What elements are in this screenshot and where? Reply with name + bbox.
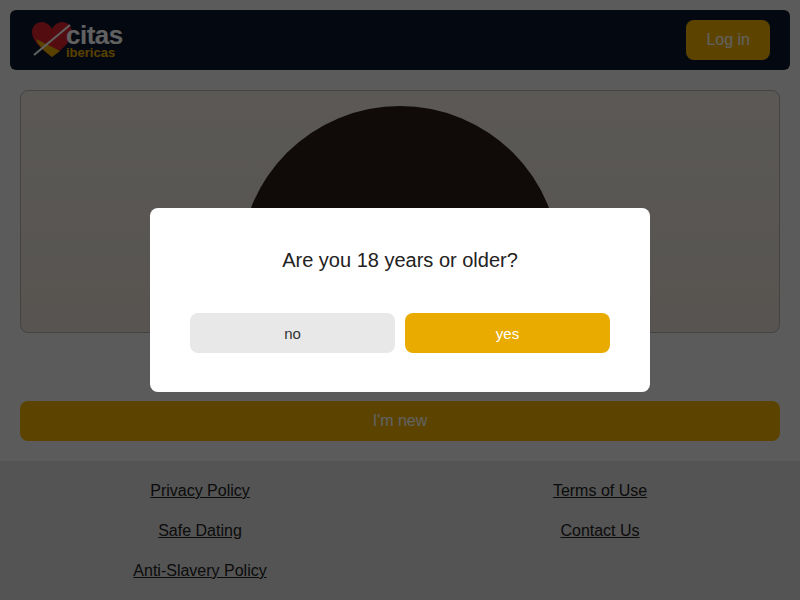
modal-overlay: Are you 18 years or older? noyes [0, 0, 800, 600]
modal-question: Are you 18 years or older? [282, 248, 518, 272]
secondary-choice-button[interactable]: no [190, 313, 395, 353]
primary-choice-button[interactable]: yes [405, 313, 610, 353]
age-modal: Are you 18 years or older? noyes [150, 208, 650, 392]
